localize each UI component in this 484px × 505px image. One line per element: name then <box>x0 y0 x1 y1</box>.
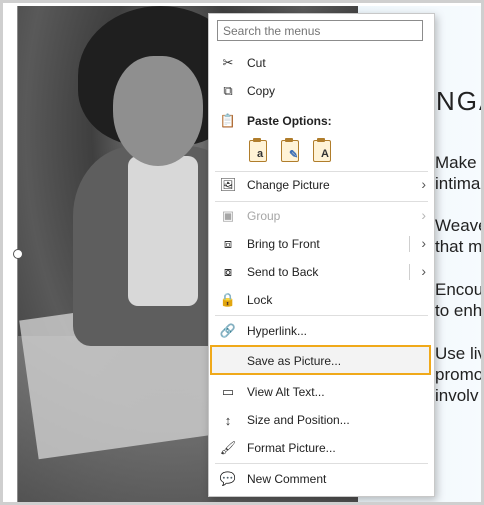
link-icon: 🔗 <box>219 323 237 338</box>
chevron-right-icon: › <box>421 207 426 223</box>
split-divider <box>409 236 410 252</box>
context-menu: ✂ Cut ⧉ Copy 📋 Paste Options: a ✎ <box>208 13 435 497</box>
scissors-icon: ✂ <box>222 55 234 70</box>
menu-item-label: Change Picture <box>247 178 330 192</box>
menu-item-label: Size and Position... <box>247 413 350 427</box>
menu-item-hyperlink[interactable]: 🔗 Hyperlink... <box>209 318 434 344</box>
slide-text-line: that m <box>435 237 483 256</box>
group-icon: ▣ <box>221 208 235 223</box>
slide-heading: NGA <box>436 86 481 116</box>
menu-search-input[interactable] <box>217 20 423 41</box>
menu-separator <box>215 315 428 316</box>
menu-item-send-to-back[interactable]: ⧇ Send to Back › <box>209 259 434 285</box>
menu-item-label: Save as Picture... <box>247 354 342 368</box>
menu-item-group: ▣ Group › <box>209 203 434 229</box>
menu-item-label: New Comment <box>247 472 327 486</box>
alt-text-icon: ▭ <box>221 384 235 399</box>
photo-person-face <box>113 56 203 166</box>
menu-item-label: Lock <box>247 293 273 307</box>
menu-item-copy[interactable]: ⧉ Copy <box>209 78 434 104</box>
menu-separator <box>215 201 428 202</box>
photo-person-shirt <box>128 156 198 306</box>
copy-icon: ⧉ <box>223 83 233 98</box>
menu-item-lock[interactable]: 🔒 Lock <box>209 287 434 313</box>
menu-item-label: Hyperlink... <box>247 324 308 338</box>
menu-item-format-picture[interactable]: 🖌 Format Picture... <box>209 435 434 461</box>
slide-text-line: to enh <box>435 301 483 320</box>
menu-item-label: Group <box>247 209 281 223</box>
menu-item-bring-to-front[interactable]: ⧈ Bring to Front › <box>209 231 434 257</box>
size-position-icon: ↕ <box>224 412 232 428</box>
slide-text-line: intima <box>435 174 481 193</box>
chevron-right-icon[interactable]: › <box>421 263 426 279</box>
chevron-right-icon[interactable]: › <box>421 235 426 251</box>
chevron-right-icon: › <box>421 176 426 192</box>
menu-item-paste-options: 📋 Paste Options: <box>209 108 434 134</box>
slide-text-line: Make <box>435 153 477 172</box>
menu-item-label: Cut <box>247 56 266 70</box>
slide-text-line: Encou <box>435 280 484 299</box>
menu-item-label: Copy <box>247 84 276 98</box>
menu-item-cut[interactable]: ✂ Cut <box>209 50 434 76</box>
bring-front-icon: ⧈ <box>223 236 233 251</box>
format-picture-icon: 🖌 <box>219 440 237 455</box>
menu-item-change-picture[interactable]: 🖼 Change Picture › <box>209 172 434 198</box>
menu-item-label: Send to Back <box>247 265 319 279</box>
paste-keep-source-button[interactable]: a <box>247 138 271 164</box>
paste-text-only-button[interactable]: A <box>311 138 335 164</box>
menu-separator <box>215 463 428 464</box>
window-frame: NGA Make intima Weave that m Encou to en… <box>0 0 484 505</box>
split-divider <box>409 264 410 280</box>
menu-item-save-as-picture[interactable]: Save as Picture... <box>209 348 434 374</box>
slide-text-line: promo <box>435 365 484 384</box>
slide-text-line: Weave <box>435 216 484 235</box>
slide-text-line: involv <box>435 386 479 405</box>
change-picture-icon: 🖼 <box>219 177 237 192</box>
menu-item-label: Format Picture... <box>247 441 336 455</box>
menu-item-new-comment[interactable]: 💬 New Comment <box>209 466 434 492</box>
lock-icon: 🔒 <box>219 292 237 307</box>
send-back-icon: ⧇ <box>223 264 233 279</box>
paste-picture-button[interactable]: ✎ <box>279 138 303 164</box>
comment-icon: 💬 <box>219 471 237 486</box>
slide-text-line: Use liv <box>435 344 484 363</box>
menu-item-label: Bring to Front <box>247 237 320 251</box>
menu-item-view-alt-text[interactable]: ▭ View Alt Text... <box>209 379 434 405</box>
paste-options-label: Paste Options: <box>247 114 332 128</box>
menu-item-label: View Alt Text... <box>247 385 325 399</box>
menu-item-size-and-position[interactable]: ↕ Size and Position... <box>209 407 434 433</box>
selection-handle[interactable] <box>13 249 23 259</box>
clipboard-icon: 📋 <box>219 113 237 128</box>
